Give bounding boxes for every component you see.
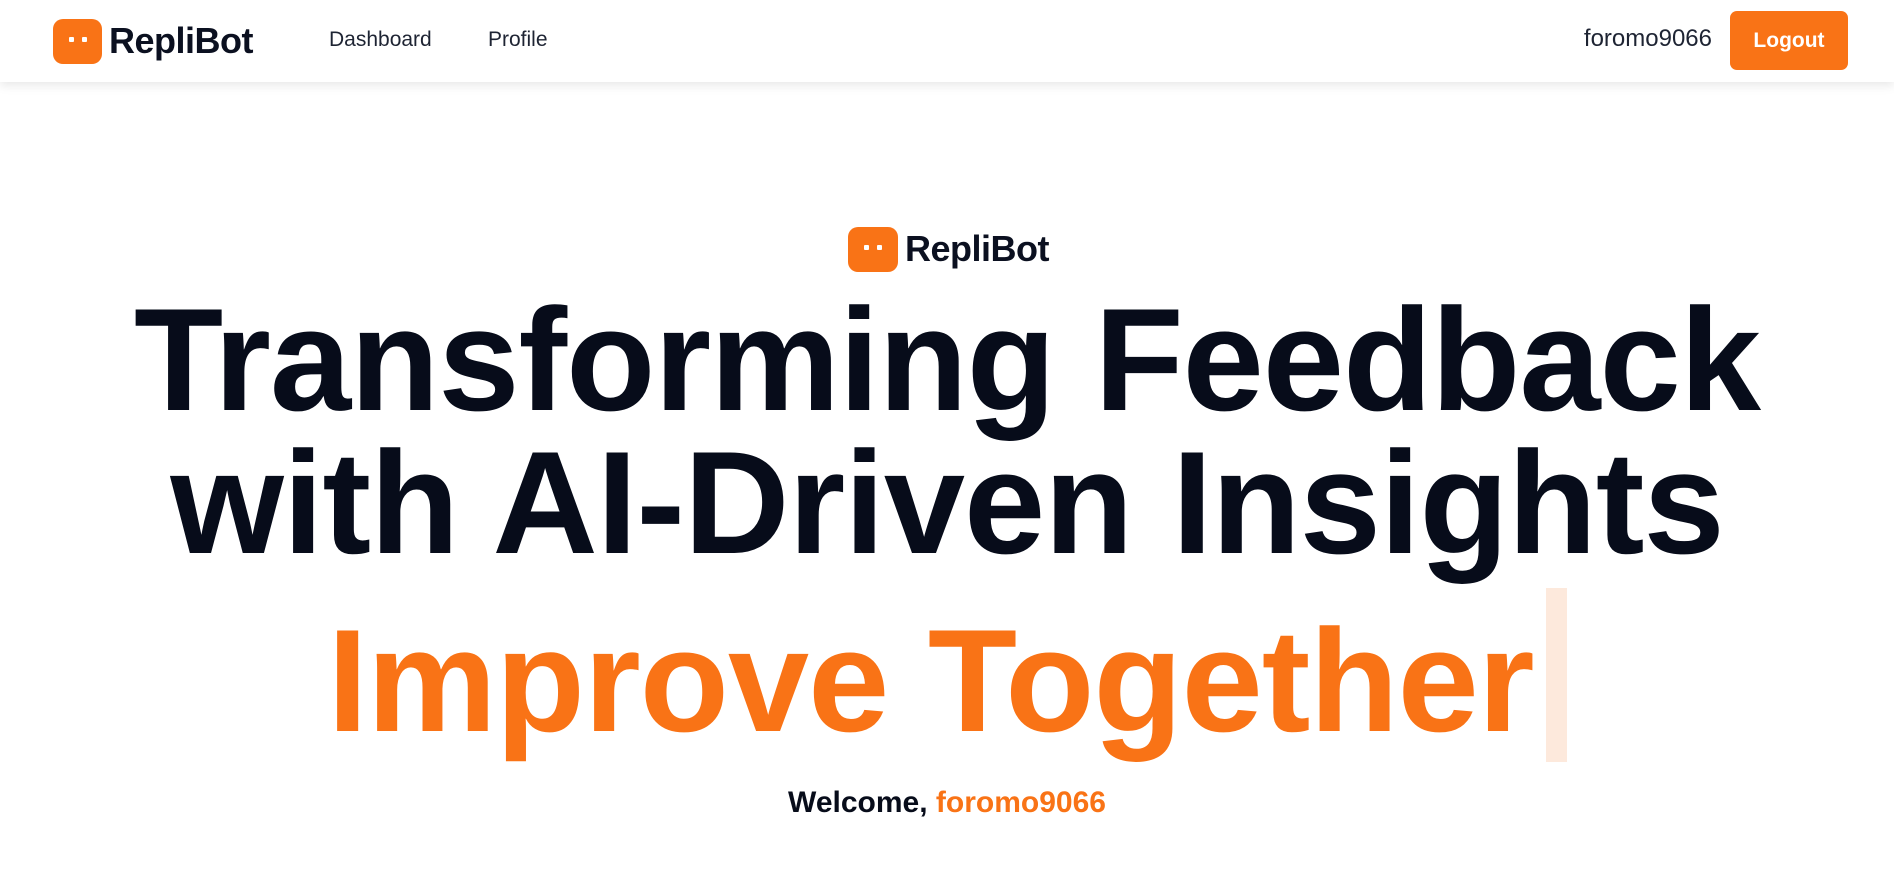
current-username: foromo9066: [1583, 25, 1712, 52]
logout-button[interactable]: Logout: [1730, 11, 1848, 70]
typing-cursor: [1545, 588, 1567, 762]
headline-line-1: Transforming Feedback: [134, 278, 1761, 441]
tagline-container: Improve Together: [0, 588, 1894, 762]
welcome-message: Welcome, foromo9066: [0, 786, 1894, 820]
welcome-prefix: Welcome,: [788, 786, 928, 819]
navbar: RepliBot Dashboard Profile foromo9066 Lo…: [0, 0, 1894, 82]
nav-link-profile[interactable]: Profile: [488, 28, 548, 52]
hero-brand-name: RepliBot: [905, 228, 1050, 269]
nav-link-dashboard[interactable]: Dashboard: [329, 28, 432, 52]
chat-bot-icon: [848, 226, 898, 272]
brand-logo-link[interactable]: RepliBot: [53, 18, 254, 64]
brand-name: RepliBot: [109, 20, 254, 61]
hero-brand-logo: RepliBot: [848, 226, 1050, 272]
headline-line-2: with AI-Driven Insights: [170, 421, 1724, 584]
welcome-username: foromo9066: [935, 786, 1106, 819]
chat-bot-icon: [53, 18, 102, 64]
hero-section: RepliBot Transforming Feedback with AI-D…: [0, 82, 1894, 870]
typed-tagline: Improve Together: [327, 599, 1534, 762]
